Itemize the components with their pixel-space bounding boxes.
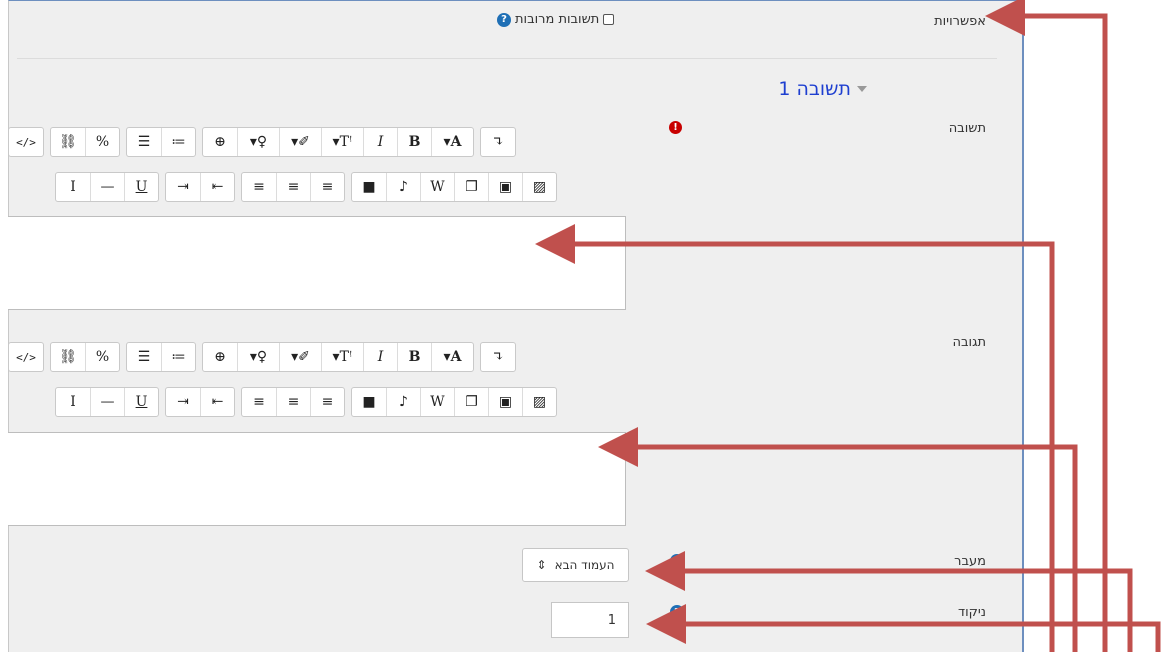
arrow-to-score-input xyxy=(646,604,1161,652)
arrow-to-response-editor xyxy=(598,427,1078,652)
annotation-arrows xyxy=(535,0,1161,652)
arrow-to-jump-select xyxy=(645,551,1133,652)
